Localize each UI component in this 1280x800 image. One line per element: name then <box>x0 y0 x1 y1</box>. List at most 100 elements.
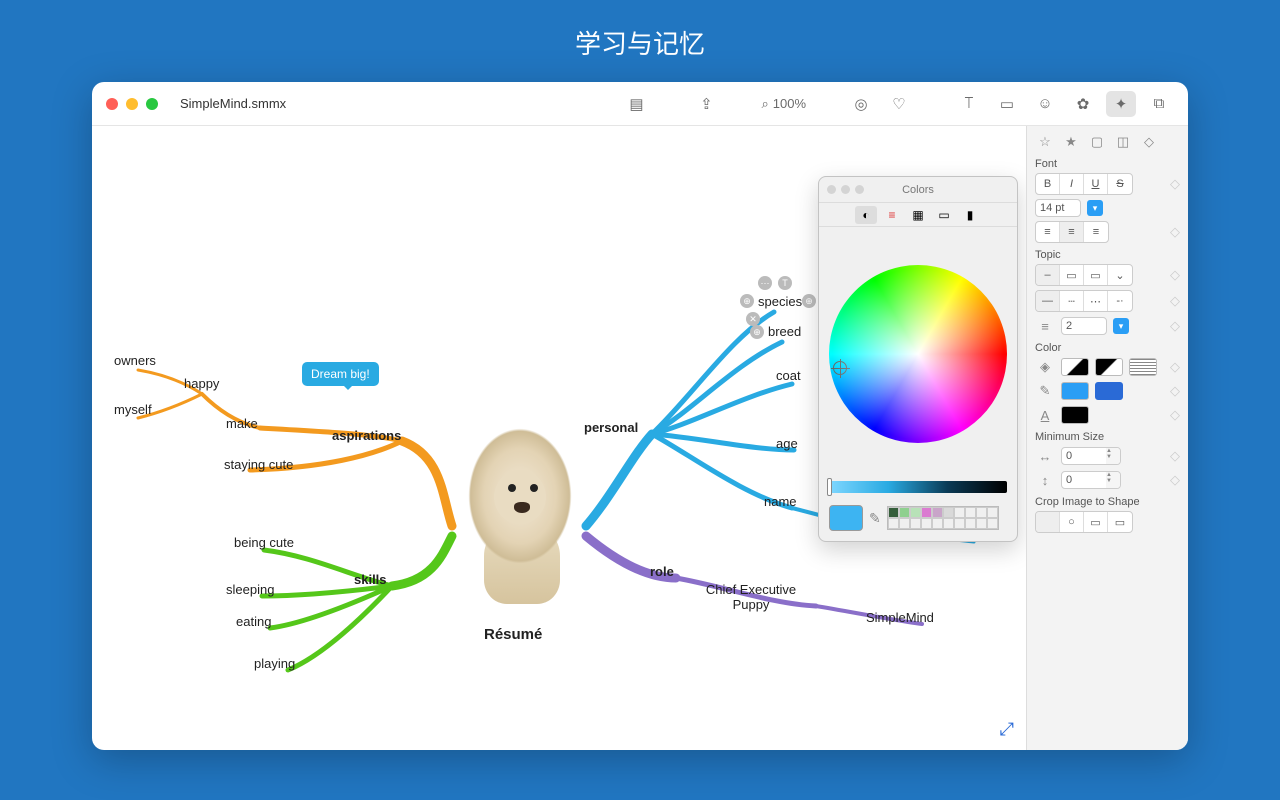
node-skills[interactable]: skills <box>350 570 391 589</box>
fill-pattern-swatch[interactable] <box>1129 358 1157 376</box>
align-center-button[interactable]: ≡ <box>1060 222 1084 242</box>
collapse-icon-2[interactable]: ⊕ <box>750 325 764 339</box>
badge-icon[interactable]: ⋯ <box>758 276 772 290</box>
target-icon[interactable]: ◎ <box>846 91 876 117</box>
reset-textcolor-icon[interactable]: ◇ <box>1170 407 1180 423</box>
expand-canvas-icon[interactable]: ⤢ <box>1000 719 1014 740</box>
style-icon[interactable]: ✦ <box>1106 91 1136 117</box>
font-size-input[interactable]: 14 pt <box>1035 199 1081 217</box>
reset-shape-icon[interactable]: ◇ <box>1170 267 1180 283</box>
border-width-input[interactable]: 2 <box>1061 317 1107 335</box>
node-personal[interactable]: personal <box>580 418 642 437</box>
mindmap-canvas[interactable]: Résumé Dream big! aspirations staying cu… <box>92 126 1026 750</box>
node-species[interactable]: species <box>754 292 806 311</box>
shape-none-button[interactable]: – <box>1036 265 1060 285</box>
fullscreen-window-button[interactable] <box>146 98 158 110</box>
crop-rounded-button[interactable]: ▭ <box>1084 512 1108 532</box>
stroke-swatch-2[interactable] <box>1095 382 1123 400</box>
min-width-input[interactable]: 0▲▼ <box>1061 447 1121 465</box>
close-window-button[interactable] <box>106 98 118 110</box>
node-coat[interactable]: coat <box>772 366 805 385</box>
min-height-input[interactable]: 0▲▼ <box>1061 471 1121 489</box>
fill-swatch[interactable] <box>1061 358 1089 376</box>
reset-stroke-icon[interactable]: ◇ <box>1170 383 1180 399</box>
bold-button[interactable]: B <box>1036 174 1060 194</box>
node-name[interactable]: name <box>760 492 801 511</box>
font-size-stepper-icon[interactable]: ▾ <box>1087 200 1103 216</box>
align-right-button[interactable]: ≡ <box>1084 222 1108 242</box>
crop-none-button[interactable] <box>1036 512 1060 532</box>
node-aspirations[interactable]: aspirations <box>328 426 405 445</box>
reset-border-icon[interactable]: ◇ <box>1170 293 1180 309</box>
shape-more-button[interactable]: ⌄ <box>1108 265 1132 285</box>
node-sleeping[interactable]: sleeping <box>222 580 278 599</box>
bulb-icon[interactable]: ♡ <box>884 91 914 117</box>
popup-close-button[interactable] <box>827 185 836 194</box>
fill-swatch-2[interactable] <box>1095 358 1123 376</box>
eyedropper-icon[interactable]: ✎ <box>869 510 881 527</box>
frame-icon[interactable]: ⧉ <box>1144 91 1174 117</box>
shape-rect-button[interactable]: ▭ <box>1084 265 1108 285</box>
callout-bubble[interactable]: Dream big! <box>302 362 379 386</box>
star-filled-icon[interactable]: ★ <box>1061 132 1081 152</box>
border-dot-button[interactable]: ⋯ <box>1084 291 1108 311</box>
color-image-tab[interactable]: ▭ <box>933 206 955 224</box>
layout-icon[interactable]: ◫ <box>1113 132 1133 152</box>
shape-rounded-button[interactable]: ▭ <box>1060 265 1084 285</box>
reset-align-icon[interactable]: ◇ <box>1170 224 1180 240</box>
node-breed[interactable]: breed <box>764 322 805 341</box>
node-happy[interactable]: happy <box>180 374 223 393</box>
brightness-slider[interactable] <box>829 481 1007 493</box>
note-icon[interactable]: ▭ <box>992 91 1022 117</box>
node-being-cute[interactable]: being cute <box>230 533 298 552</box>
share-icon[interactable]: ⇪ <box>691 91 721 117</box>
crop-circle-button[interactable]: ○ <box>1060 512 1084 532</box>
expand-icon[interactable]: ⊕ <box>802 294 816 308</box>
node-owners[interactable]: owners <box>110 351 160 370</box>
selected-color-swatch[interactable] <box>829 505 863 531</box>
star-outline-icon[interactable]: ☆ <box>1035 132 1055 152</box>
node-simplemind[interactable]: SimpleMind <box>862 608 938 627</box>
node-make[interactable]: make <box>222 414 262 433</box>
node-eating[interactable]: eating <box>232 612 275 631</box>
color-sliders-tab[interactable]: ≡ <box>881 206 903 224</box>
central-topic[interactable]: Résumé <box>480 624 546 645</box>
color-wheel-tab[interactable]: ◐ <box>855 206 877 224</box>
italic-button[interactable]: I <box>1060 174 1084 194</box>
reset-fill-icon[interactable]: ◇ <box>1170 359 1180 375</box>
border-width-stepper-icon[interactable]: ▾ <box>1113 318 1129 334</box>
collapse-icon[interactable]: ⊕ <box>740 294 754 308</box>
node-myself[interactable]: myself <box>110 400 156 419</box>
border-dash-button[interactable]: ┄ <box>1060 291 1084 311</box>
color-preset-grid[interactable] <box>887 506 999 530</box>
strike-button[interactable]: S <box>1108 174 1132 194</box>
badge-t-icon[interactable]: T <box>778 276 792 290</box>
reset-width-icon[interactable]: ◇ <box>1170 318 1180 334</box>
ruler-icon[interactable]: ⟙ <box>954 91 984 117</box>
popup-zoom-button[interactable] <box>855 185 864 194</box>
popup-min-button[interactable] <box>841 185 850 194</box>
text-color-swatch[interactable] <box>1061 406 1089 424</box>
border-solid-button[interactable]: — <box>1036 291 1060 311</box>
node-staying-cute[interactable]: staying cute <box>220 455 297 474</box>
border-dashdot-button[interactable]: -· <box>1108 291 1132 311</box>
minimize-window-button[interactable] <box>126 98 138 110</box>
node-role[interactable]: role <box>646 562 678 581</box>
node-age[interactable]: age <box>772 434 802 453</box>
monitor-icon[interactable]: ▢ <box>1087 132 1107 152</box>
emoji-icon[interactable]: ☺ <box>1030 91 1060 117</box>
reset-font-icon[interactable]: ◇ <box>1170 176 1180 192</box>
color-wheel[interactable] <box>829 265 1007 443</box>
save-icon[interactable]: ▤ <box>621 91 651 117</box>
crop-rect-button[interactable]: ▭ <box>1108 512 1132 532</box>
reset-minw-icon[interactable]: ◇ <box>1170 448 1180 464</box>
wheel-cursor-icon[interactable] <box>833 361 847 375</box>
reset-minh-icon[interactable]: ◇ <box>1170 472 1180 488</box>
eraser-icon[interactable]: ◇ <box>1139 132 1159 152</box>
badge-x-icon[interactable]: ✕ <box>746 312 760 326</box>
node-ceo-puppy[interactable]: Chief Executive Puppy <box>696 580 806 614</box>
zoom-control[interactable]: ⌕ 100% <box>761 96 806 112</box>
node-playing[interactable]: playing <box>250 654 299 673</box>
central-image[interactable] <box>460 424 580 604</box>
palette-icon[interactable]: ✿ <box>1068 91 1098 117</box>
